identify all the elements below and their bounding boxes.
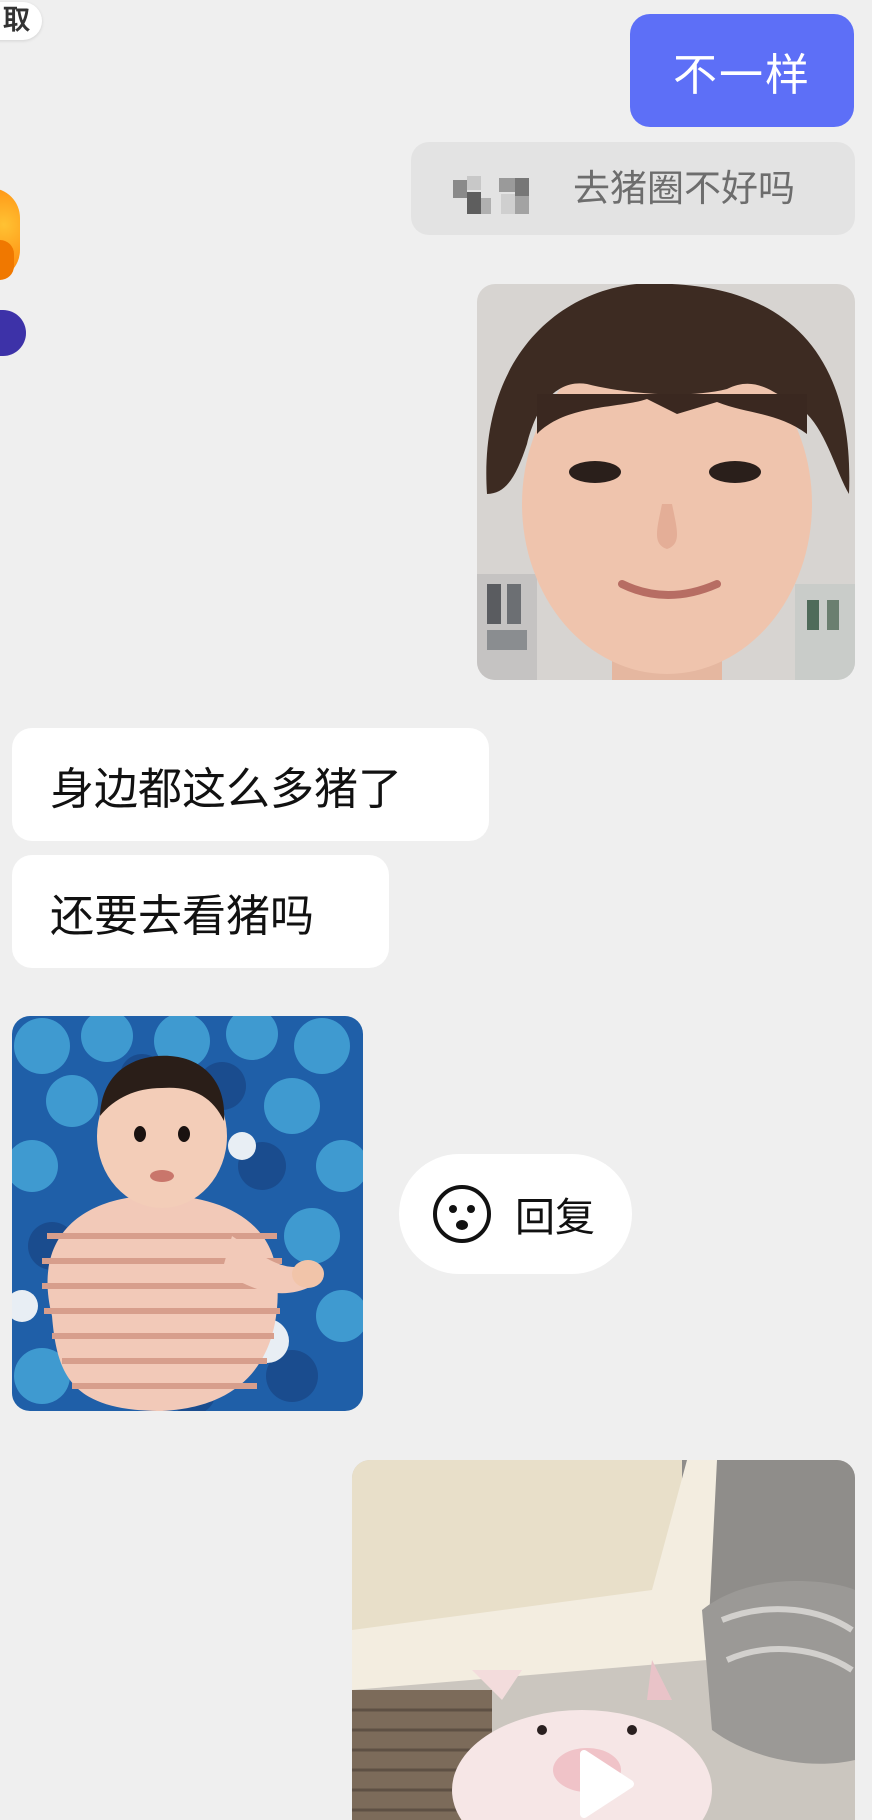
boy-face-photo[interactable]: [477, 284, 855, 680]
partial-header-pill[interactable]: 取: [0, 2, 42, 40]
outgoing-message-bubble[interactable]: 不一样: [630, 14, 854, 127]
incoming-message-text: 身边都这么多猪了: [50, 763, 402, 815]
smiley-face-icon: [433, 1185, 491, 1243]
incoming-message-bubble[interactable]: 还要去看猪吗: [12, 855, 389, 968]
boy-face-image: [477, 284, 855, 680]
incoming-message-bubble[interactable]: 身边都这么多猪了: [12, 728, 489, 841]
partial-header-pill-label: 取: [3, 5, 30, 36]
baby-ball-pit-photo[interactable]: [12, 1016, 363, 1411]
reply-button-label: 回复: [515, 1195, 595, 1241]
play-icon[interactable]: [566, 1748, 638, 1820]
quoted-message-text: 去猪圈不好吗: [573, 167, 795, 210]
reply-button[interactable]: 回复: [399, 1154, 632, 1274]
baby-ball-pit-image: [12, 1016, 363, 1411]
quoted-sender-avatar: [453, 176, 529, 216]
outgoing-message-text: 不一样: [673, 49, 811, 101]
partial-badge-icon: [0, 310, 26, 356]
incoming-message-text: 还要去看猪吗: [50, 890, 314, 942]
quoted-message[interactable]: 去猪圈不好吗: [411, 142, 855, 235]
partial-sticker-shadow: [0, 240, 14, 280]
